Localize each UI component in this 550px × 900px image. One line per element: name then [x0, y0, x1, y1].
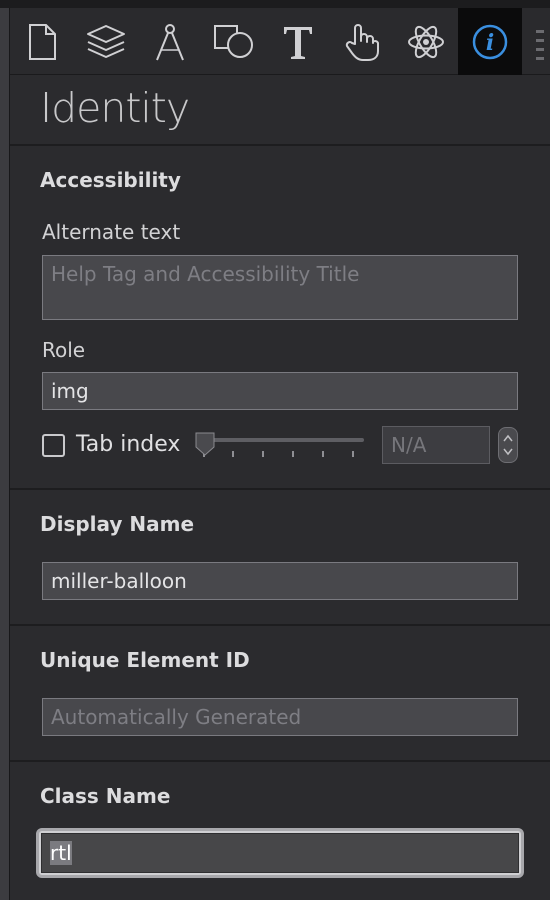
tab-index-slider[interactable] — [206, 438, 364, 442]
hand-pointer-icon[interactable] — [330, 8, 394, 75]
slider-tick — [322, 451, 324, 457]
slider-tick — [292, 451, 294, 457]
inspector-toolbar: i — [10, 8, 550, 75]
role-label: Role — [42, 338, 86, 362]
divider — [10, 624, 550, 626]
page-title: Identity — [40, 84, 190, 132]
tab-index-checkbox[interactable] — [42, 434, 65, 457]
divider — [10, 488, 550, 490]
alternate-text-field[interactable]: Help Tag and Accessibility Title — [42, 255, 518, 320]
display-name-heading: Display Name — [40, 512, 195, 536]
window-top-edge — [0, 0, 550, 8]
unique-element-id-heading: Unique Element ID — [40, 648, 250, 672]
tab-index-value-field[interactable]: N/A — [382, 426, 490, 464]
divider — [10, 144, 550, 146]
svg-text:i: i — [486, 30, 494, 56]
slider-tick — [232, 451, 234, 457]
divider — [10, 760, 550, 762]
slider-tick — [262, 451, 264, 457]
slider-tick — [352, 451, 354, 457]
inspector-panel: i Identity Accessibility Alternate text … — [10, 8, 550, 900]
panel-left-edge — [0, 8, 10, 900]
toolbar-overflow-grip-icon[interactable] — [536, 30, 546, 60]
accessibility-heading: Accessibility — [40, 168, 181, 192]
tab-index-stepper[interactable] — [498, 427, 518, 463]
class-name-selected-text: rtl — [50, 841, 72, 865]
display-name-field[interactable]: miller-balloon — [42, 562, 518, 600]
unique-element-id-field[interactable]: Automatically Generated — [42, 698, 518, 736]
compass-icon[interactable] — [138, 8, 202, 75]
shapes-icon[interactable] — [202, 8, 266, 75]
slider-thumb[interactable] — [195, 432, 215, 456]
tab-index-label: Tab index — [76, 432, 181, 457]
atom-icon[interactable] — [394, 8, 458, 75]
class-name-field[interactable]: rtl — [41, 833, 519, 873]
class-name-heading: Class Name — [40, 784, 171, 808]
info-icon[interactable]: i — [458, 8, 522, 75]
stepper-arrows-icon — [503, 434, 513, 456]
text-tool-icon[interactable] — [266, 8, 330, 75]
layers-icon[interactable] — [74, 8, 138, 75]
role-field[interactable]: img — [42, 372, 518, 410]
document-icon[interactable] — [10, 8, 74, 75]
alternate-text-label: Alternate text — [42, 220, 181, 244]
